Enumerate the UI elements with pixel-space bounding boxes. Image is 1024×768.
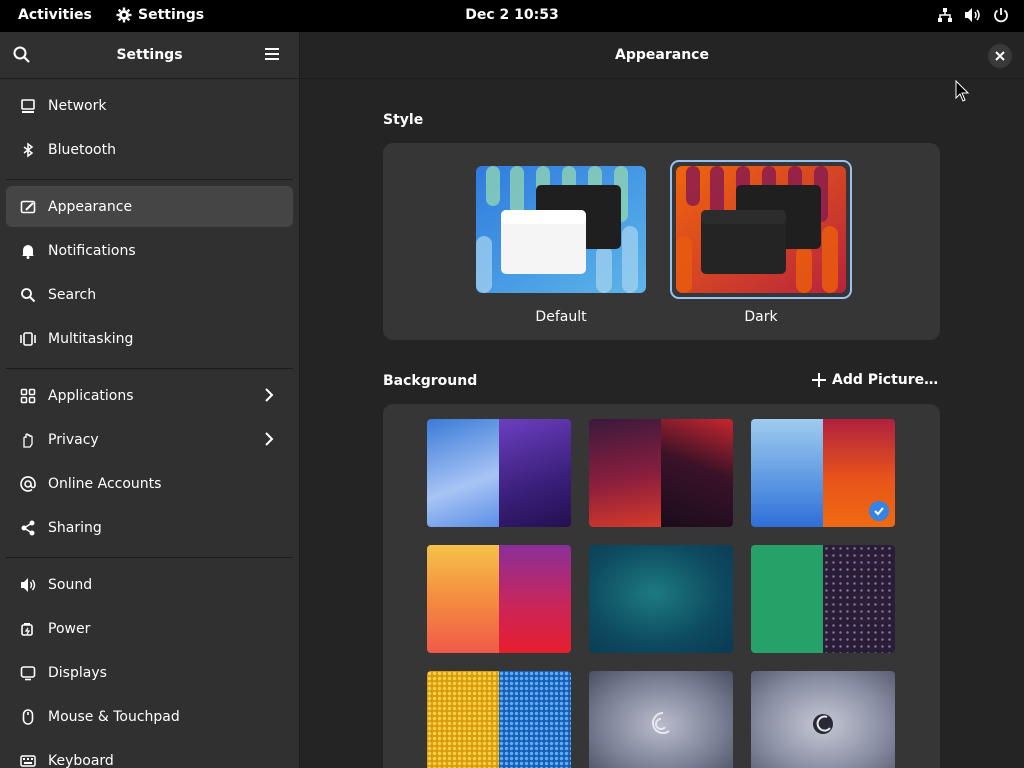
sidebar-title: Settings (116, 47, 183, 63)
sidebar-item-label: Power (48, 620, 91, 637)
sidebar-item-label: Displays (48, 664, 107, 681)
sidebar-separator (6, 368, 293, 369)
applications-icon (18, 386, 38, 406)
sidebar-item-label: Appearance (48, 198, 133, 215)
background-thumbnail[interactable] (751, 419, 895, 527)
sidebar-item-search[interactable]: Search (6, 274, 293, 315)
sidebar-item-label: Applications (48, 387, 134, 404)
sidebar-item-power[interactable]: Power (6, 608, 293, 649)
background-thumbnail[interactable] (427, 671, 571, 768)
search-icon (18, 285, 38, 305)
sidebar-item-label: Multitasking (48, 330, 134, 347)
network-icon (18, 96, 38, 116)
sidebar-item-displays[interactable]: Displays (6, 652, 293, 693)
mouse-icon (18, 707, 38, 727)
background-section-title: Background (383, 373, 478, 389)
sidebar-item-online-accounts[interactable]: Online Accounts (6, 463, 293, 504)
sidebar-item-label: Search (48, 286, 97, 303)
sidebar-item-network[interactable]: Network (6, 85, 293, 126)
chevron-right-icon (265, 432, 274, 446)
sidebar-item-label: Online Accounts (48, 475, 162, 492)
bluetooth-icon (18, 140, 38, 160)
selected-check-icon (869, 501, 889, 521)
sidebar-item-label: Mouse & Touchpad (48, 708, 180, 725)
appearance-icon (18, 197, 38, 217)
network-icon[interactable] (936, 6, 954, 24)
sidebar-item-privacy[interactable]: Privacy (6, 419, 293, 460)
plus-icon (812, 373, 826, 387)
close-icon (995, 51, 1005, 61)
power-icon[interactable] (992, 6, 1010, 24)
add-picture-label: Add Picture… (832, 372, 939, 388)
style-section-title: Style (383, 112, 424, 128)
sidebar-item-label: Sound (48, 576, 93, 593)
display-icon (18, 663, 38, 683)
sidebar: Settings Network Bluetooth Appearance No… (0, 32, 300, 768)
sidebar-header: Settings (0, 32, 299, 79)
background-thumbnail[interactable] (751, 545, 895, 653)
sidebar-item-mouse-touchpad[interactable]: Mouse & Touchpad (6, 696, 293, 737)
sidebar-item-label: Network (48, 97, 107, 114)
bell-icon (18, 241, 38, 261)
style-default-thumbnail[interactable] (476, 166, 646, 293)
page-title: Appearance (615, 47, 709, 63)
sidebar-item-label: Sharing (48, 519, 102, 536)
sound-icon (18, 575, 38, 595)
style-dark-label: Dark (744, 309, 778, 325)
main-menu-button[interactable] (263, 45, 285, 67)
background-thumbnail[interactable] (751, 671, 895, 768)
privacy-icon (18, 430, 38, 450)
hamburger-icon (265, 48, 279, 60)
sidebar-separator (6, 557, 293, 558)
sidebar-separator (6, 179, 293, 180)
multitasking-icon (18, 329, 38, 349)
power-icon (18, 619, 38, 639)
style-default-label: Default (535, 309, 587, 325)
background-thumbnail[interactable] (589, 419, 733, 527)
system-tray[interactable] (936, 6, 1010, 24)
background-thumbnail[interactable] (589, 545, 733, 653)
sidebar-item-keyboard[interactable]: Keyboard (6, 740, 293, 768)
background-thumbnail[interactable] (427, 545, 571, 653)
sidebar-item-label: Keyboard (48, 752, 114, 768)
sidebar-item-label: Notifications (48, 242, 136, 259)
keyboard-icon (18, 751, 38, 768)
style-dark-thumbnail[interactable] (676, 166, 846, 293)
top-bar: Activities Settings Dec 2 10:53 (0, 0, 1024, 32)
share-icon (18, 518, 38, 538)
sidebar-item-applications[interactable]: Applications (6, 375, 293, 416)
at-icon (18, 474, 38, 494)
content-header: Appearance (300, 32, 1024, 79)
mouse-cursor-icon (955, 80, 969, 102)
background-thumbnail[interactable] (427, 419, 571, 527)
close-button[interactable] (988, 44, 1012, 68)
sidebar-item-label: Privacy (48, 431, 99, 448)
sidebar-item-notifications[interactable]: Notifications (6, 230, 293, 271)
background-thumbnail[interactable] (589, 671, 733, 768)
sidebar-item-label: Bluetooth (48, 141, 116, 158)
sidebar-item-sound[interactable]: Sound (6, 564, 293, 605)
sidebar-item-bluetooth[interactable]: Bluetooth (6, 129, 293, 170)
chevron-right-icon (265, 388, 274, 402)
sidebar-item-appearance[interactable]: Appearance (6, 186, 293, 227)
settings-window: Settings Network Bluetooth Appearance No… (0, 32, 1024, 768)
add-picture-button[interactable]: Add Picture… (812, 372, 938, 388)
volume-icon[interactable] (964, 6, 982, 24)
clock[interactable]: Dec 2 10:53 (0, 7, 1024, 23)
style-card (383, 143, 940, 340)
sidebar-item-multitasking[interactable]: Multitasking (6, 318, 293, 359)
sidebar-item-sharing[interactable]: Sharing (6, 507, 293, 548)
